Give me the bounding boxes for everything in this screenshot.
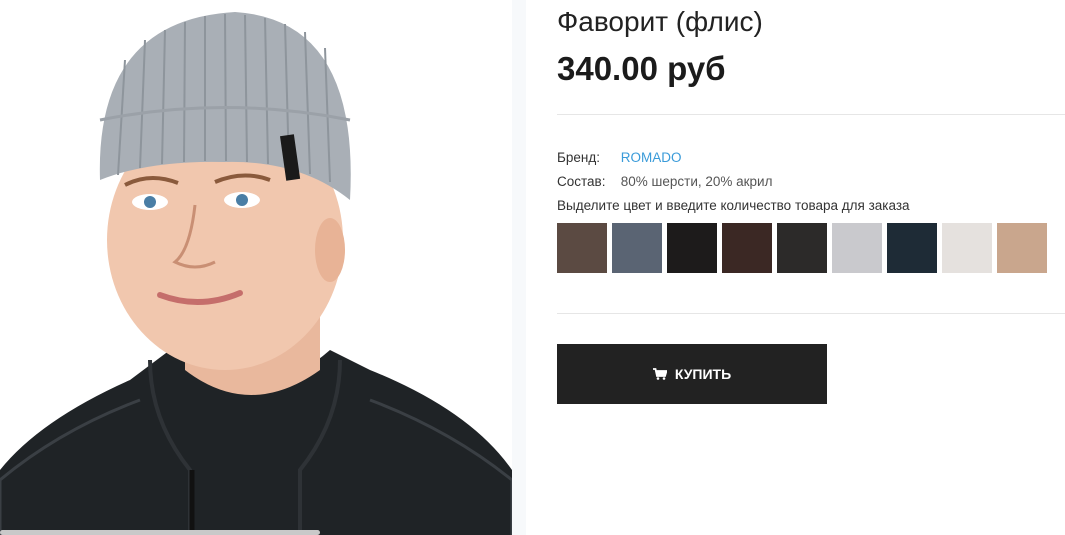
color-swatch[interactable] [887, 223, 937, 273]
product-photo[interactable] [0, 0, 512, 535]
color-swatches [557, 223, 1047, 273]
divider-top [557, 114, 1065, 115]
color-swatch[interactable] [667, 223, 717, 273]
column-divider [512, 0, 526, 535]
color-swatch[interactable] [997, 223, 1047, 273]
photo-scrollbar[interactable] [0, 530, 320, 535]
color-swatch[interactable] [942, 223, 992, 273]
product-info: Фаворит (флис) 340.00 руб Бренд: ROMADO … [557, 0, 1065, 535]
spec-brand: Бренд: ROMADO [557, 150, 682, 165]
divider-bottom [557, 313, 1065, 314]
product-image [0, 12, 512, 535]
buy-button-label: КУПИТЬ [674, 366, 732, 382]
color-swatch[interactable] [722, 223, 772, 273]
product-page: Фаворит (флис) 340.00 руб Бренд: ROMADO … [0, 0, 1065, 535]
spec-composition: Состав: 80% шерсти, 20% акрил [557, 174, 772, 189]
color-hint: Выделите цвет и введите количество товар… [557, 198, 910, 213]
color-swatch[interactable] [832, 223, 882, 273]
product-price: 340.00 руб [557, 50, 726, 87]
buy-button[interactable]: КУПИТЬ [557, 344, 827, 404]
composition-value: 80% шерсти, 20% акрил [620, 174, 773, 189]
color-swatch[interactable] [557, 223, 607, 273]
brand-link[interactable]: ROMADO [621, 150, 682, 165]
product-title: Фаворит (флис) [557, 6, 763, 37]
composition-label: Состав: [557, 174, 606, 189]
cart-icon [652, 368, 667, 380]
color-swatch[interactable] [777, 223, 827, 273]
brand-label: Бренд: [557, 150, 600, 165]
color-swatch[interactable] [612, 223, 662, 273]
